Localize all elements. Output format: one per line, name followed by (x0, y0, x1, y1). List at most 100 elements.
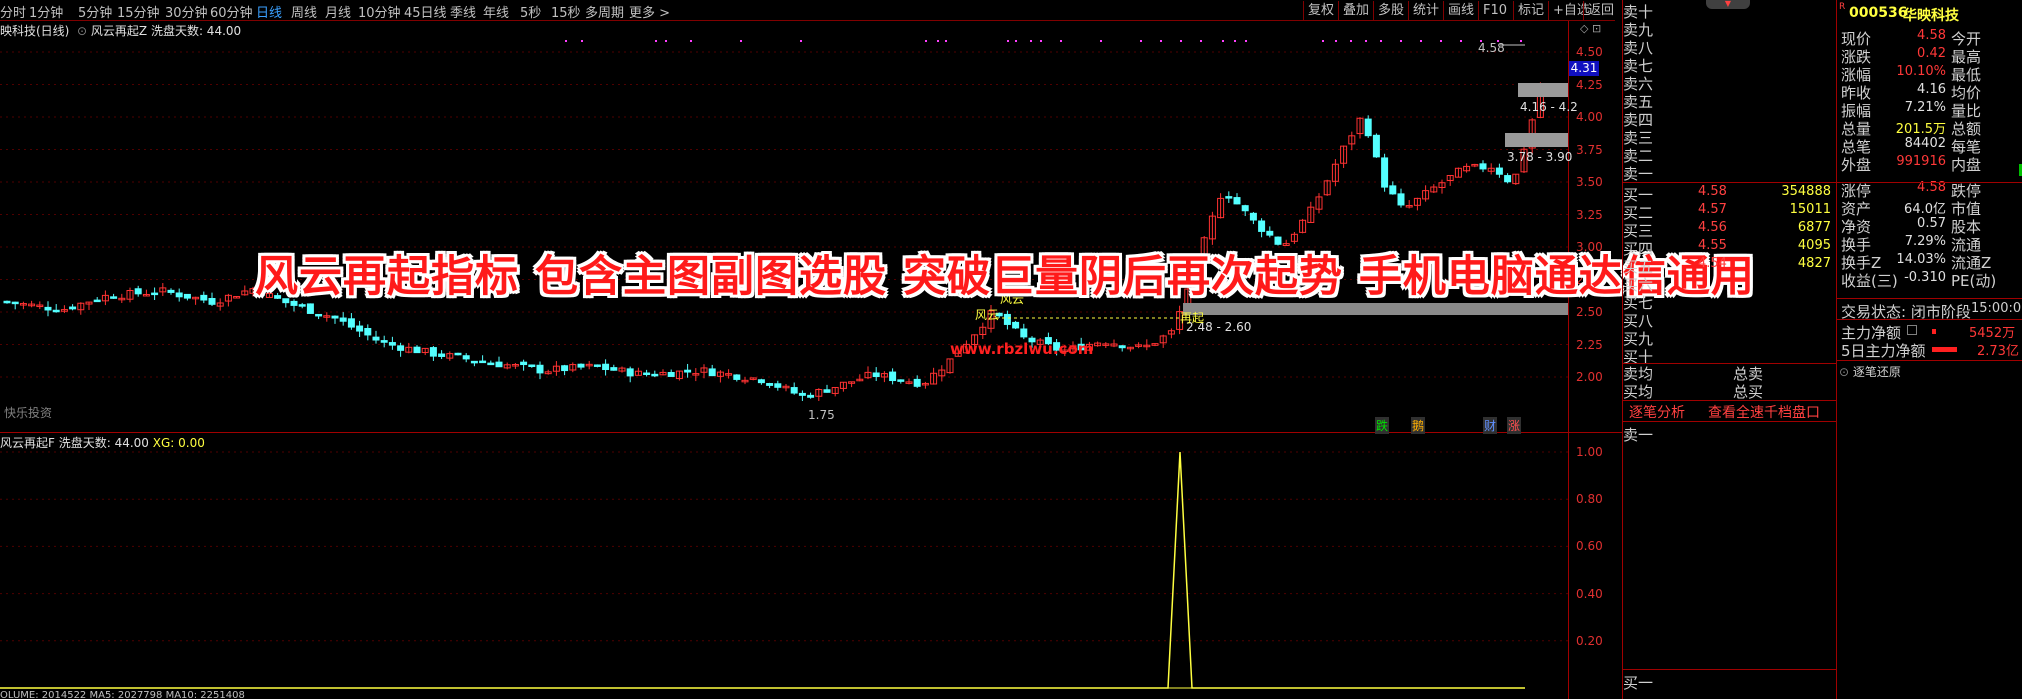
quote-row-6: 总笔 84402 每笔 (1841, 136, 1982, 156)
quote-row-9: 资产 64.0亿 市值 (1841, 200, 1982, 218)
buy-level-1[interactable]: 买一 4.58 354888 (1623, 184, 1837, 204)
sell-level-1[interactable]: 卖一 (1623, 163, 1837, 183)
mark-button[interactable]: 标记 (1513, 1, 1548, 20)
volume-summary: OLUME: 2014522 MA5: 2027798 MA10: 225140… (0, 690, 245, 699)
period-tab-season[interactable]: 季线 (450, 2, 476, 21)
signal-tick-label: 0.80 (1576, 492, 1603, 507)
event-tag-zhang[interactable]: 涨 (1507, 417, 1522, 434)
promo-banner: 风云再起指标 包含主图副图选股 突破巨量阴后再次起势 手机电脑通达信通用 (255, 252, 1755, 302)
quote-divider-2 (1837, 298, 2022, 299)
price-tick-label: 2.25 (1576, 337, 1603, 352)
sell-level-5[interactable]: 卖五 (1623, 91, 1837, 111)
quote-row-11: 换手 7.29% 流通 (1841, 234, 1982, 254)
sell-level-6[interactable]: 卖六 (1623, 73, 1837, 93)
fengyun-signal-1: 风云 (975, 308, 1000, 322)
buy-level-5[interactable]: 买五 4.54 4827 (1623, 256, 1837, 276)
buy-level-2[interactable]: 买二 4.57 15011 (1623, 202, 1837, 222)
period-tab-multi[interactable]: 多周期 (585, 2, 624, 21)
price-tick-label: 4.50 (1576, 45, 1603, 59)
buy-level-8[interactable]: 买八 (1623, 310, 1837, 330)
stats-button[interactable]: 统计 (1408, 1, 1443, 20)
sell-level-2[interactable]: 卖二 (1623, 145, 1837, 165)
price-tick-label: 3.75 (1576, 142, 1603, 157)
kline-chart[interactable] (0, 21, 1622, 432)
period-tab-30min[interactable]: 30分钟 (165, 2, 208, 21)
period-tab-5sec[interactable]: 5秒 (520, 2, 541, 21)
quote-row-5: 总量 201.5万 总额 (1841, 120, 1982, 138)
stock-code: 000536 (1849, 5, 1908, 21)
signal-chart[interactable] (0, 433, 1568, 699)
full-depth-tab[interactable]: 查看全速千档盘口 (1708, 402, 1820, 422)
flow-bar-2 (1932, 347, 1957, 352)
buy-level-7[interactable]: 买七 (1623, 292, 1837, 312)
box-label-2: 3.78 - 3.90 (1507, 150, 1573, 164)
price-tick-label: 3.25 (1576, 207, 1603, 222)
adjust-button[interactable]: 复权 (1303, 1, 1338, 20)
ob-tabs: 逐笔分析 查看全速千档盘口 (1623, 402, 1837, 422)
period-tab-daily[interactable]: 日线 (256, 2, 282, 21)
period-tab-分时[interactable]: 分时 (0, 2, 26, 21)
event-tag-cai[interactable]: 财 (1483, 417, 1498, 434)
multi-stock-button[interactable]: 多股 (1373, 1, 1408, 20)
stock-name: 华映科技 (1903, 8, 1959, 24)
period-tab-15min[interactable]: 15分钟 (117, 2, 160, 21)
price-tick-label: 3.50 (1576, 175, 1603, 189)
period-toolbar: 分时 1分钟 5分钟 15分钟 30分钟 60分钟 日线 周线 月线 10分钟 … (0, 0, 1615, 21)
quote-row-10: 净资 0.57 股本 (1841, 216, 1982, 236)
price-tick-label: 2.50 (1576, 305, 1603, 319)
ob-bottom-sell: 卖一 (1623, 426, 1654, 444)
watermark-text: 快乐投资 (4, 406, 53, 420)
buy-level-3[interactable]: 买三 4.56 6877 (1623, 220, 1837, 240)
signal-tick-label: 0.20 (1576, 633, 1603, 648)
quote-row-3: 昨收 4.16 均价 (1841, 82, 1982, 102)
buy-level-4[interactable]: 买四 4.55 4095 (1623, 238, 1837, 258)
five-day-flow-row: 5日主力净额 2.73亿 (1841, 342, 2019, 360)
draw-line-button[interactable]: 画线 (1443, 1, 1478, 20)
replay-row[interactable]: ⊙ 逐笔还原 (1839, 363, 1901, 380)
event-tag-e[interactable]: 鹅 (1411, 417, 1426, 434)
box-label-1: 4.16 - 4.2 (1520, 100, 1578, 114)
quote-header: R 000536 华映科技 (1837, 2, 2022, 24)
url-watermark: www.rbzlwu.com (950, 340, 1094, 358)
f10-button[interactable]: F10 (1478, 1, 1511, 20)
period-tab-weekly[interactable]: 周线 (291, 2, 317, 21)
sell-level-4[interactable]: 卖四 (1623, 109, 1837, 129)
event-tag-die[interactable]: 跌 (1375, 417, 1390, 434)
flow-chart-icon[interactable] (1907, 325, 1917, 335)
ob-avg-buy: 买均 总买 (1623, 383, 1764, 401)
buy-level-10[interactable]: 买十 (1623, 346, 1837, 366)
price-tick-label: 4.25 (1576, 77, 1603, 92)
quote-row-13: 收益(三) -0.310 PE(动) (1841, 270, 1997, 290)
period-tab-monthly[interactable]: 月线 (325, 2, 351, 21)
sell-level-3[interactable]: 卖三 (1623, 127, 1837, 147)
back-button[interactable]: 返回 (1583, 1, 1618, 20)
quote-panel: R 000536 华映科技 现价 4.58 今开 涨跌 0.42 最高 涨幅 10.10% 最低… (1836, 0, 2022, 699)
sell-level-9[interactable]: 卖九 (1623, 19, 1837, 39)
period-tab-5min[interactable]: 5分钟 (78, 2, 112, 21)
tick-analysis-tab[interactable]: 逐笔分析 (1629, 402, 1685, 422)
stock-flag-icon: R (1839, 2, 1846, 12)
signal-tick-label: 0.40 (1576, 586, 1603, 601)
collapse-chevron-icon[interactable]: ▼ (1706, 0, 1750, 9)
sell-level-7[interactable]: 卖七 (1623, 55, 1837, 75)
period-tab-year[interactable]: 年线 (483, 2, 509, 21)
flow-bar-1 (1932, 329, 1936, 334)
period-tab-45day[interactable]: 45日线 (404, 2, 447, 21)
period-tab-1min[interactable]: 1分钟 (29, 2, 63, 21)
sell-level-8[interactable]: 卖八 (1623, 37, 1837, 57)
high-price-label: 4.58 (1478, 41, 1505, 55)
buy-level-6[interactable]: 买六 (1623, 274, 1837, 294)
period-tab-60min[interactable]: 60分钟 (210, 2, 253, 21)
trade-status: 交易状态: 闭市阶段 15:00:0 (1841, 301, 2022, 321)
period-tab-10min[interactable]: 10分钟 (358, 2, 401, 21)
quote-divider-1 (1837, 182, 2022, 183)
period-tab-more[interactable]: 更多 > (629, 2, 670, 21)
overlay-button[interactable]: 叠加 (1338, 1, 1373, 20)
period-tab-15sec[interactable]: 15秒 (551, 2, 581, 21)
quote-row-4: 振幅 7.21% 量比 (1841, 100, 1982, 120)
buy-level-9[interactable]: 买九 (1623, 328, 1837, 348)
ob-avg-sell: 卖均 总卖 (1623, 365, 1764, 383)
order-book: 卖十 卖九 卖八 卖七 卖六 卖五 卖四 卖三 卖二 卖一 买一 4.58 354888 买二 4.57 1… (1622, 0, 1837, 699)
low-price-label: 1.75 (808, 408, 835, 422)
main-flow-row: 主力净额 5452万 (1841, 324, 2016, 342)
